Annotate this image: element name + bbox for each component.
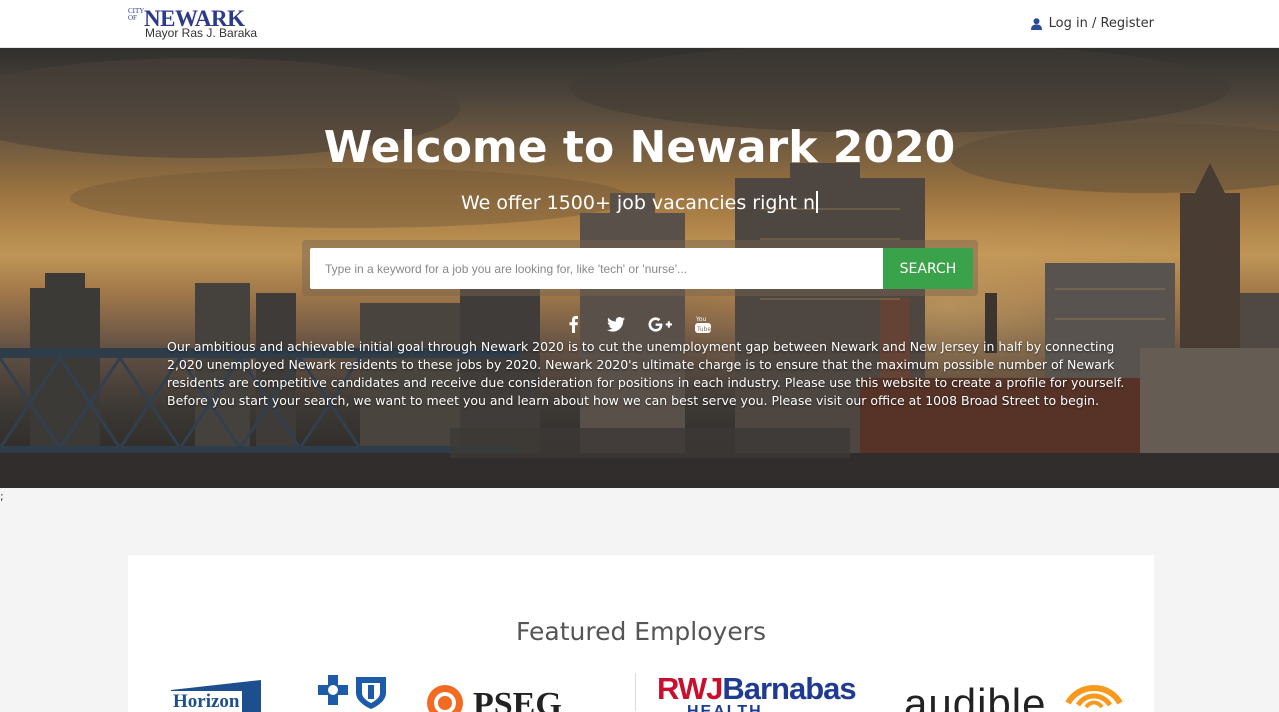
rwj-text: RWJ <box>657 673 723 706</box>
pseg-sun-icon: PSEG <box>427 685 562 712</box>
audible-wave-icon <box>1065 685 1123 709</box>
hero-banner: Welcome to Newark 2020 We offer 1500+ jo… <box>0 48 1279 488</box>
horizon-logo-text: Horizon <box>171 691 242 712</box>
featured-employers-section: Featured Employers Horizon PSEG RWJBarna… <box>128 555 1154 712</box>
svg-text:You: You <box>695 316 707 323</box>
typing-caret <box>816 191 819 213</box>
horizon-logo[interactable]: Horizon <box>171 673 261 712</box>
logo-mayor: Mayor Ras J. Baraka <box>145 26 258 40</box>
youtube-icon[interactable]: You Tube <box>694 313 712 335</box>
search-button[interactable]: SEARCH <box>883 248 973 289</box>
hero-subtitle-text: We offer 1500+ job vacancies right n <box>460 192 816 214</box>
pseg-logo[interactable]: PSEG <box>425 673 585 712</box>
pseg-logo-text: PSEG <box>473 686 562 712</box>
newark-logo[interactable]: CITY OF NEWARK Mayor Ras J. Baraka <box>128 7 264 41</box>
blue-cross-blue-shield-logo[interactable] <box>316 673 388 712</box>
job-search-input[interactable] <box>310 248 883 289</box>
health-text: HEALTH <box>687 703 763 712</box>
login-label: Log in / Register <box>1048 16 1154 31</box>
audible-logo[interactable]: audible <box>904 673 1134 712</box>
barnabas-text: Barnabas <box>722 673 856 706</box>
employer-logos: Horizon PSEG RWJBarnabas HEALTH audible <box>128 673 1154 712</box>
user-icon <box>1030 17 1042 30</box>
logo-divider <box>635 673 636 711</box>
login-register-link[interactable]: Log in / Register <box>1030 16 1154 31</box>
site-header: CITY OF NEWARK Mayor Ras J. Baraka Log i… <box>0 0 1279 48</box>
twitter-icon[interactable] <box>606 313 626 335</box>
hero-description: Our ambitious and achievable initial goa… <box>167 339 1125 408</box>
social-links: You Tube <box>560 313 720 335</box>
logo-city-text: CITY OF <box>128 7 145 22</box>
hero-title: Welcome to Newark 2020 <box>323 122 956 173</box>
rwj-barnabas-logo[interactable]: RWJBarnabas HEALTH <box>657 673 887 712</box>
stray-text: ; <box>0 490 4 503</box>
featured-employers-title: Featured Employers <box>515 617 767 646</box>
google-plus-icon[interactable] <box>648 313 672 335</box>
hero-subtitle: We offer 1500+ job vacancies right n <box>0 191 1279 214</box>
facebook-icon[interactable] <box>566 313 580 335</box>
svg-text:Tube: Tube <box>696 326 711 333</box>
job-search-form: SEARCH <box>302 240 978 296</box>
rwj-barnabas-text: RWJBarnabas <box>657 673 857 706</box>
audible-logo-text: audible <box>904 680 1047 712</box>
blue-cross-shield-icon <box>318 675 386 709</box>
